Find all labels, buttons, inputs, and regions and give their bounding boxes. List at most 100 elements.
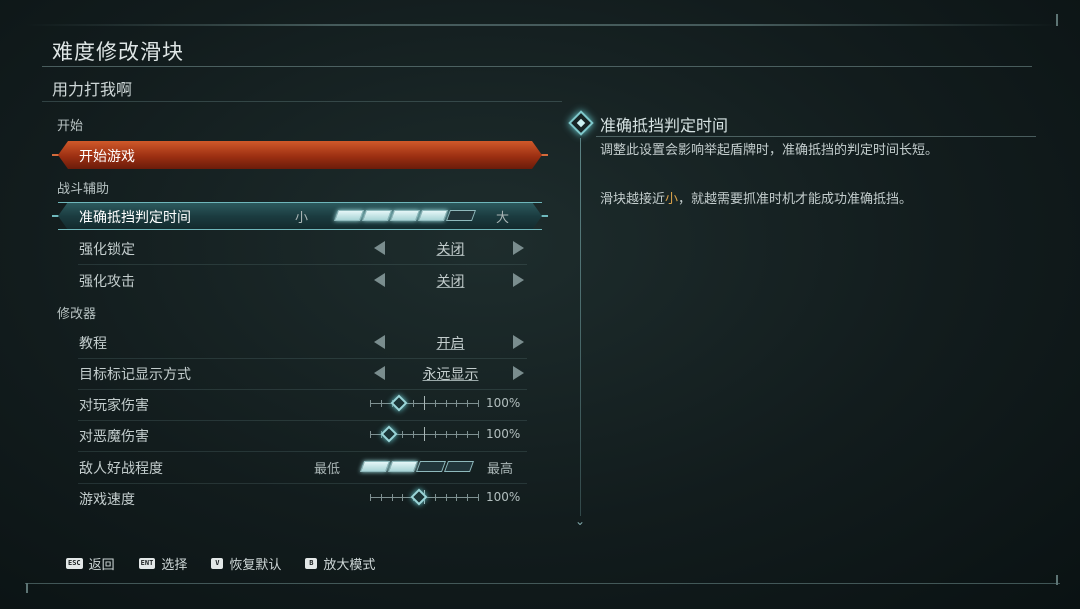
enemy-aggression-label: 敌人好战程度 [79, 461, 163, 477]
game-speed-slider[interactable] [370, 488, 479, 506]
target-marker-label: 目标标记显示方式 [79, 367, 191, 383]
slider-tick [424, 396, 425, 410]
attack-assist-row[interactable]: 强化攻击 关闭 [58, 266, 542, 294]
slider-tick [478, 431, 479, 438]
section-header-combat: 战斗辅助 [57, 182, 110, 197]
slider-tick [467, 431, 468, 438]
detail-title-divider [596, 136, 1036, 137]
detail-divider [580, 138, 581, 516]
slider-tick [370, 400, 371, 407]
game-speed-row[interactable]: 游戏速度 100% [58, 484, 542, 512]
back-label: 返回 [88, 558, 115, 573]
slider-tick [446, 494, 447, 501]
parry-timing-row[interactable]: 准确抵挡判定时间 小 大 [52, 202, 548, 230]
slider-tick [456, 494, 457, 501]
slider-tick [435, 431, 436, 438]
parry-timing-label: 准确抵挡判定时间 [79, 210, 191, 226]
slider-tick [446, 431, 447, 438]
target-marker-row[interactable]: 目标标记显示方式 永远显示 [58, 359, 542, 390]
slider-tick [478, 400, 479, 407]
slider-tick [467, 494, 468, 501]
slider-tick [435, 400, 436, 407]
lock-on-row[interactable]: 强化锁定 关闭 [58, 234, 542, 265]
back-hint[interactable]: ESC 返回 [66, 554, 115, 573]
esc-key-icon: ESC [66, 558, 83, 569]
slider-knob[interactable] [380, 425, 398, 443]
game-speed-value: 100% [486, 490, 521, 504]
enemy-aggression-row[interactable]: 敌人好战程度 最低 最高 [58, 453, 542, 484]
detail-line-end-icon: ⌄ [575, 514, 586, 528]
slider-segment [417, 210, 449, 221]
start-game-button[interactable]: 开始游戏 [52, 141, 548, 169]
arrow-left-icon[interactable] [374, 273, 385, 287]
slider-segment [361, 210, 393, 221]
aggression-max-label: 最高 [487, 462, 514, 477]
subtitle-divider [42, 101, 562, 102]
select-label: 选择 [161, 558, 188, 573]
arrow-left-icon[interactable] [374, 366, 385, 380]
section-header-modifiers: 修改器 [57, 307, 97, 322]
parry-min-label: 小 [295, 211, 309, 226]
zoom-label: 放大模式 [323, 558, 376, 573]
slider-segment [443, 461, 475, 472]
parry-timing-slider[interactable] [333, 210, 477, 221]
detail-highlight: 小 [665, 192, 679, 207]
row-divider [78, 451, 527, 452]
slider-tick [478, 494, 479, 501]
top-frame-cap [1050, 14, 1058, 26]
aggression-min-label: 最低 [314, 462, 341, 477]
slider-tick [456, 400, 457, 407]
b-key-icon: B [305, 558, 318, 569]
player-damage-value: 100% [486, 396, 521, 410]
arrow-left-icon[interactable] [374, 241, 385, 255]
demon-damage-row[interactable]: 对恶魔伤害 100% [58, 421, 542, 452]
arrow-right-icon[interactable] [513, 241, 524, 255]
tutorial-value: 开启 [436, 336, 465, 352]
slider-tick [413, 431, 414, 438]
arrow-right-icon[interactable] [513, 273, 524, 287]
enemy-aggression-slider[interactable] [359, 461, 475, 472]
section-header-start: 开始 [57, 119, 84, 134]
v-key-icon: V [211, 558, 224, 569]
slider-tick [402, 431, 403, 438]
page-title: 难度修改滑块 [52, 40, 184, 64]
slider-segment [445, 210, 477, 221]
detail-description: 调整此设置会影响举起盾牌时，准确抵挡的判定时间长短。 [600, 143, 939, 158]
arrow-left-icon[interactable] [374, 335, 385, 349]
slider-knob[interactable] [390, 394, 408, 412]
parry-max-label: 大 [496, 211, 510, 226]
arrow-right-icon[interactable] [513, 335, 524, 349]
slider-tick [456, 431, 457, 438]
start-game-label: 开始游戏 [79, 149, 135, 165]
tutorial-label: 教程 [79, 336, 107, 352]
lock-on-value: 关闭 [436, 242, 465, 258]
attack-assist-value: 关闭 [436, 274, 465, 290]
zoom-mode-hint[interactable]: B 放大模式 [305, 554, 375, 573]
reset-default-hint[interactable]: V 恢复默认 [211, 554, 281, 573]
game-speed-label: 游戏速度 [79, 492, 135, 508]
attack-assist-label: 强化攻击 [79, 274, 135, 290]
player-damage-slider[interactable] [370, 394, 479, 412]
demon-damage-value: 100% [486, 427, 521, 441]
detail-note: 滑块越接近小，就越需要抓准时机才能成功准确抵挡。 [600, 192, 913, 207]
player-damage-label: 对玩家伤害 [79, 398, 149, 414]
enter-key-icon: ENT [138, 558, 156, 569]
player-damage-row[interactable]: 对玩家伤害 100% [58, 390, 542, 421]
slider-segment [333, 210, 365, 221]
demon-damage-slider[interactable] [370, 425, 479, 443]
slider-tick [392, 494, 393, 501]
tutorial-row[interactable]: 教程 开启 [58, 328, 542, 359]
slider-segment [387, 461, 419, 472]
detail-title: 准确抵挡判定时间 [600, 116, 729, 135]
bottom-frame-cap-right [1050, 575, 1058, 585]
slider-segment [415, 461, 447, 472]
slider-tick [402, 494, 403, 501]
slider-segment [359, 461, 391, 472]
slider-tick [435, 494, 436, 501]
slider-tick [381, 400, 382, 407]
footer-hints: ESC 返回 ENT 选择 V 恢复默认 B 放大模式 [66, 554, 375, 573]
arrow-right-icon[interactable] [513, 366, 524, 380]
slider-tick [467, 400, 468, 407]
bottom-frame-cap-left [26, 583, 32, 593]
select-hint[interactable]: ENT 选择 [138, 554, 188, 573]
